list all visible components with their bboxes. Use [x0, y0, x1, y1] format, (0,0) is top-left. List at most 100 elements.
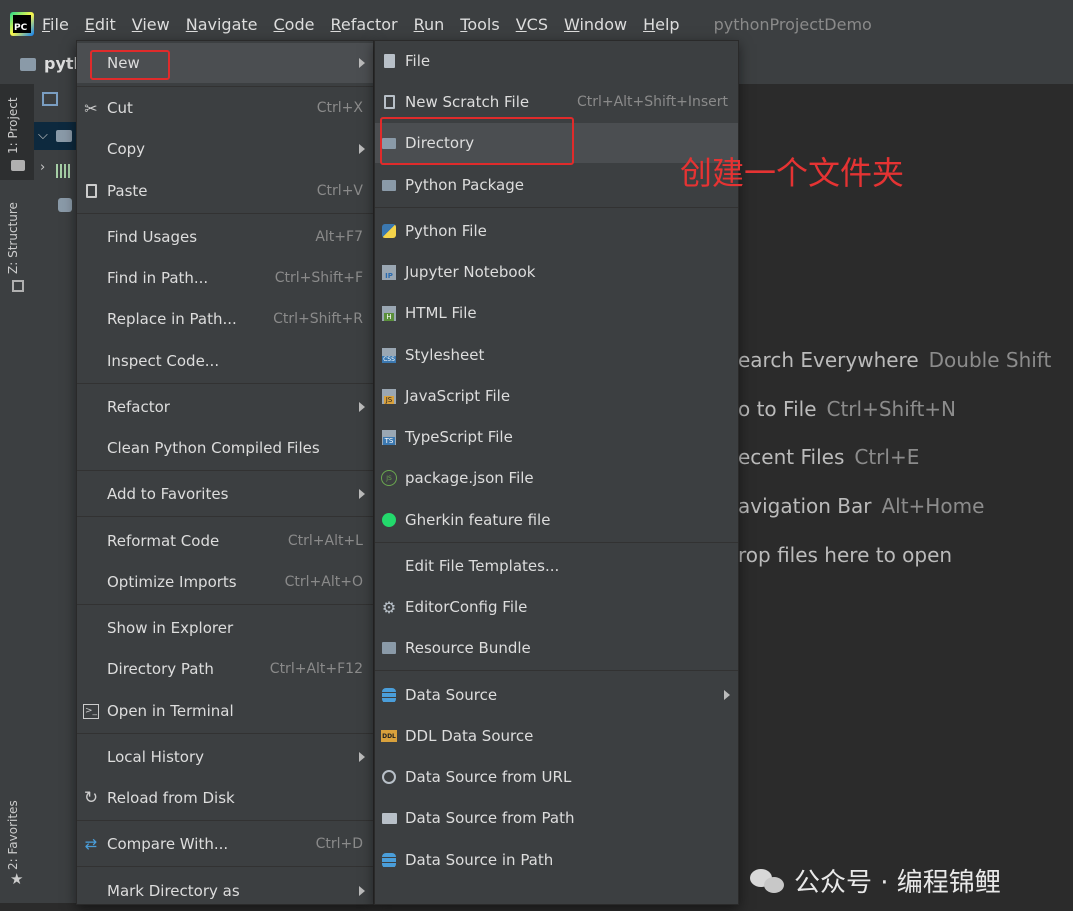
new-item-data-source[interactable]: Data Source [375, 675, 738, 715]
scratch-file-icon [379, 92, 399, 112]
chevron-down-icon[interactable]: ⌵ [38, 128, 48, 143]
html-file-icon: H [379, 303, 399, 323]
menu-item-add-to-favorites[interactable]: Add to Favorites [77, 474, 373, 514]
menu-item-copy[interactable]: Copy [77, 129, 373, 169]
terminal-icon: >_ [81, 701, 101, 721]
menu-separator [77, 866, 373, 867]
annotation-create-folder: 创建一个文件夹 [680, 154, 905, 192]
menu-item-local-history[interactable]: Local History [77, 737, 373, 777]
new-item-editorconfig[interactable]: ⚙ EditorConfig File [375, 587, 738, 627]
menu-edit[interactable]: Edit [85, 15, 116, 34]
menu-item-refactor[interactable]: Refactor [77, 387, 373, 427]
new-item-stylesheet[interactable]: CSS Stylesheet [375, 335, 738, 375]
new-item-edit-file-templates[interactable]: Edit File Templates... [375, 546, 738, 586]
menu-tools[interactable]: Tools [460, 15, 499, 34]
database-icon [379, 685, 399, 705]
javascript-file-icon: JS [379, 386, 399, 406]
project-window-icon [42, 92, 58, 106]
menu-item-inspect-code[interactable]: Inspect Code... [77, 341, 373, 381]
new-item-javascript-file[interactable]: JS JavaScript File [375, 376, 738, 416]
menu-separator [77, 516, 373, 517]
menu-item-reformat-code[interactable]: Reformat Code Ctrl+Alt+L [77, 521, 373, 561]
menu-run[interactable]: Run [414, 15, 445, 34]
compare-arrows-icon: ⇄ [84, 835, 98, 853]
tab-structure[interactable]: Z: Structure [6, 202, 20, 274]
new-item-ddl-data-source[interactable]: DDL DDL Data Source [375, 716, 738, 756]
cucumber-icon [379, 510, 399, 530]
new-item-data-source-in-path[interactable]: Data Source in Path [375, 840, 738, 880]
new-item-data-source-from-path[interactable]: Data Source from Path [375, 798, 738, 838]
blank-icon [81, 227, 101, 247]
menu-separator [77, 733, 373, 734]
submenu-arrow-icon [359, 752, 365, 762]
css-file-icon: CSS [379, 345, 399, 365]
typescript-file-icon: TS [379, 427, 399, 447]
menu-view[interactable]: View [132, 15, 170, 34]
star-icon: ★ [10, 870, 24, 888]
menu-item-clean-python-compiled[interactable]: Clean Python Compiled Files [77, 428, 373, 468]
new-item-python-file[interactable]: Python File [375, 211, 738, 251]
blank-icon [81, 438, 101, 458]
menu-item-compare-with[interactable]: ⇄ Compare With... Ctrl+D [77, 824, 373, 864]
new-item-file[interactable]: File [375, 41, 738, 81]
menu-item-directory-path[interactable]: Directory Path Ctrl+Alt+F12 [77, 649, 373, 689]
new-item-html-file[interactable]: H HTML File [375, 293, 738, 333]
tab-favorites[interactable]: 2: Favorites [6, 800, 20, 870]
project-folder-icon [11, 160, 25, 171]
menu-separator [375, 207, 738, 208]
blank-icon [81, 309, 101, 329]
menu-item-find-in-path[interactable]: Find in Path... Ctrl+Shift+F [77, 258, 373, 298]
menu-item-cut[interactable]: ✂ Cut Ctrl+X [77, 88, 373, 128]
scratches-icon [58, 198, 72, 212]
new-item-package-json[interactable]: JS package.json File [375, 458, 738, 498]
menu-refactor[interactable]: Refactor [330, 15, 397, 34]
menu-item-optimize-imports[interactable]: Optimize Imports Ctrl+Alt+O [77, 562, 373, 602]
menu-file[interactable]: File [42, 15, 69, 34]
left-tool-window-bar: 1: Project Z: Structure 2: Favorites ★ [0, 84, 35, 903]
blank-icon [81, 659, 101, 679]
watermark: 公众号 · 编程锦鲤 [750, 862, 1001, 899]
menu-separator [375, 670, 738, 671]
pycharm-logo-icon [10, 12, 34, 36]
menu-separator [77, 604, 373, 605]
new-item-jupyter-notebook[interactable]: IP Jupyter Notebook [375, 252, 738, 292]
blank-icon [81, 531, 101, 551]
menu-separator [77, 383, 373, 384]
menu-item-show-in-explorer[interactable]: Show in Explorer [77, 608, 373, 648]
menu-item-reload-from-disk[interactable]: ↻ Reload from Disk [77, 778, 373, 818]
menu-item-mark-directory-as[interactable]: Mark Directory as [77, 871, 373, 911]
tab-project[interactable]: 1: Project [6, 97, 20, 154]
new-item-data-source-url[interactable]: Data Source from URL [375, 757, 738, 797]
menu-separator [77, 86, 373, 87]
new-item-gherkin-feature[interactable]: Gherkin feature file [375, 500, 738, 540]
submenu-arrow-icon [359, 58, 365, 68]
structure-icon [12, 280, 24, 292]
scissors-icon: ✂ [84, 98, 98, 118]
chevron-right-icon[interactable]: › [40, 160, 45, 175]
menu-navigate[interactable]: Navigate [186, 15, 258, 34]
database-icon [379, 850, 399, 870]
highlight-box-new [90, 50, 170, 80]
menu-item-paste[interactable]: Paste Ctrl+V [77, 171, 373, 211]
menu-item-find-usages[interactable]: Find Usages Alt+F7 [77, 217, 373, 257]
package-folder-icon [379, 175, 399, 195]
blank-icon [81, 618, 101, 638]
menu-window[interactable]: Window [564, 15, 627, 34]
blank-icon [81, 268, 101, 288]
resource-bundle-icon [379, 638, 399, 658]
menu-item-replace-in-path[interactable]: Replace in Path... Ctrl+Shift+R [77, 299, 373, 339]
submenu-arrow-icon [724, 690, 730, 700]
hint-navigation-bar: avigation Bar Alt+Home [738, 494, 985, 518]
new-item-resource-bundle[interactable]: Resource Bundle [375, 628, 738, 668]
hint-drop-files: rop files here to open [738, 543, 953, 567]
menu-separator [375, 542, 738, 543]
menu-item-open-in-terminal[interactable]: >_ Open in Terminal [77, 691, 373, 731]
menu-code[interactable]: Code [274, 15, 315, 34]
project-context-menu: New ✂ Cut Ctrl+X Copy Paste Ctrl+V Find Usa… [76, 40, 374, 905]
blank-icon [81, 397, 101, 417]
new-item-scratch-file[interactable]: New Scratch File Ctrl+Alt+Shift+Insert [375, 82, 738, 122]
menu-help[interactable]: Help [643, 15, 679, 34]
menu-vcs[interactable]: VCS [516, 15, 548, 34]
new-item-typescript-file[interactable]: TS TypeScript File [375, 417, 738, 457]
submenu-arrow-icon [359, 886, 365, 896]
